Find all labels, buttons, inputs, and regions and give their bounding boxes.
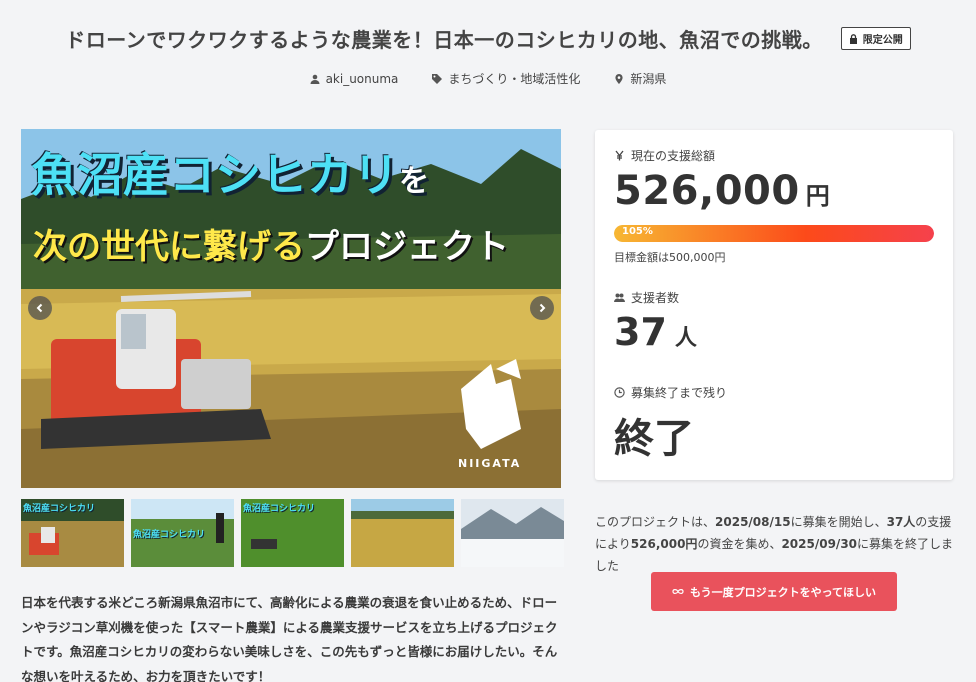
infinity-icon [672,589,684,594]
request-again-label: もう一度プロジェクトをやってほしい [689,585,877,599]
chevron-left-icon [36,303,43,313]
region-label: NIIGATA [458,457,522,470]
limited-badge: 限定公開 [840,27,911,50]
goal-amount: 目標金額は500,000円 [614,251,726,264]
thumbnail-label: 魚沼産コシヒカリ [23,504,96,514]
category-name: まちづくり・地域活性化 [448,72,581,86]
total-amount: 526,000 円 [614,168,831,214]
badge-label: 限定公開 [862,35,903,46]
author-link[interactable]: aki_uonuma [310,70,399,87]
location-name: 新潟県 [630,72,667,86]
request-again-button[interactable]: もう一度プロジェクトをやってほしい [651,572,897,611]
project-header: ドローンでワクワクするような農業を！日本一のコシヒカリの地、魚沼での挑戦。 限定… [0,24,976,53]
prev-slide-button[interactable] [28,296,52,320]
clock-icon [614,387,625,398]
thumbnail-label: 魚沼産コシヒカリ [133,530,206,540]
hero-subheadline: 次の世代に繋げるプロジェクト [33,227,509,267]
thumbnail-3[interactable]: 魚沼産コシヒカリ [241,499,344,567]
location-link[interactable]: 新潟県 [614,70,666,87]
project-meta: aki_uonuma まちづくり・地域活性化 新潟県 [0,70,976,87]
thumbnail-label: 魚沼産コシヒカリ [243,504,316,514]
funding-progress-bar: 105% [614,225,934,242]
total-label-row: 現在の支援総額 [614,147,715,164]
lock-icon [849,33,857,44]
total-label: 現在の支援総額 [631,149,716,163]
progress-text: 105% [622,226,653,237]
author-name: aki_uonuma [325,71,399,86]
user-icon [310,74,320,84]
thumbnail-1[interactable]: 魚沼産コシヒカリ [21,499,124,567]
supporters-label: 支援者数 [631,291,680,305]
category-link[interactable]: まちづくり・地域活性化 [432,70,580,87]
yen-icon [615,150,624,161]
remaining-label-row: 募集終了まで残り [614,384,727,401]
map-pin-icon [615,73,624,84]
hero-image: 魚沼産コシヒカリを 次の世代に繋げるプロジェクト NIIGATA [21,129,561,488]
project-description: 日本を代表する米どころ新潟県魚沼市にて、高齢化による農業の衰退を食い止めるため、… [21,595,558,682]
remaining-value: 終了 [614,416,694,462]
project-summary: このプロジェクトは、2025/08/15に募集を開始し、37人の支援により526… [595,515,954,573]
tag-icon [432,73,443,84]
thumbnail-strip: 魚沼産コシヒカリ 魚沼産コシヒカリ 魚沼産コシヒカリ [21,499,564,567]
stats-card: 現在の支援総額 526,000 円 105% 目標金額は500,000円 支援者数… [595,130,953,480]
thumbnail-5[interactable] [461,499,564,567]
hero-headline: 魚沼産コシヒカリを [31,148,429,202]
project-title: ドローンでワクワクするような農業を！日本一のコシヒカリの地、魚沼での挑戦。 [65,28,823,52]
next-slide-button[interactable] [530,296,554,320]
users-icon [614,293,625,302]
thumbnail-2[interactable]: 魚沼産コシヒカリ [131,499,234,567]
thumbnail-4[interactable] [351,499,454,567]
remaining-label: 募集終了まで残り [631,386,728,400]
chevron-right-icon [539,303,546,313]
progress-fill [614,225,934,242]
supporters-label-row: 支援者数 [614,289,679,306]
supporters-count: 37 人 [614,310,697,354]
